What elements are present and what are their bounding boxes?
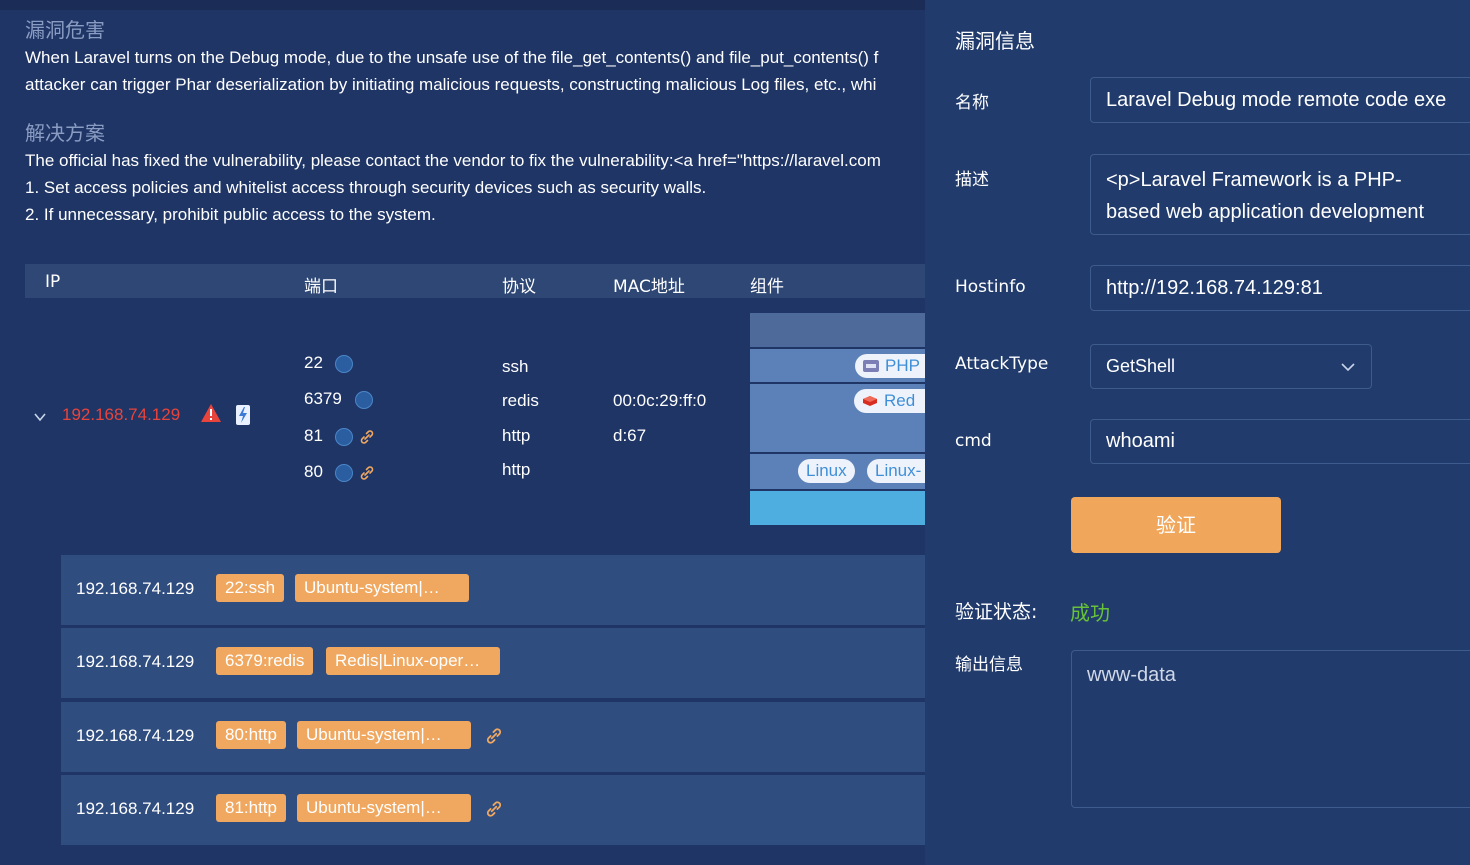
column-header-protocol: 协议 [502, 277, 536, 297]
hostinfo-label: Hostinfo [955, 277, 1026, 297]
name-field[interactable]: Laravel Debug mode remote code exe [1090, 77, 1470, 123]
protocol-value: ssh [502, 357, 529, 376]
cmd-input[interactable]: whoami [1090, 419, 1470, 464]
row-ip: 192.168.74.129 [76, 799, 195, 818]
table-row[interactable]: 192.168.74.129 81:http Ubuntu-system|… [61, 775, 925, 845]
table-row[interactable]: 192.168.74.129 22:ssh Ubuntu-system|… [61, 555, 925, 625]
output-label: 输出信息 [955, 655, 1023, 675]
component-tag-linux[interactable]: Linux [798, 459, 855, 483]
component-tag-php[interactable]: PHP [855, 354, 925, 378]
port-value: 80 [304, 462, 323, 481]
drawer-title: 漏洞信息 [955, 29, 1035, 53]
link-icon[interactable] [359, 429, 375, 445]
scan-icon[interactable] [355, 391, 373, 409]
row-ip: 192.168.74.129 [76, 579, 195, 598]
php-icon [863, 360, 879, 372]
cmd-label: cmd [955, 431, 992, 451]
component-tag[interactable]: Ubuntu-system|… [297, 794, 471, 822]
table-row[interactable]: 192.168.74.129 6379:redis Redis|Linux-op… [61, 628, 925, 698]
port-value: 22 [304, 353, 323, 372]
row-ip: 192.168.74.129 [76, 726, 195, 745]
column-header-component: 组件 [750, 277, 784, 297]
solution-text-line1: The official has fixed the vulnerability… [25, 151, 881, 170]
port-tag[interactable]: 6379:redis [216, 647, 314, 675]
solution-text-line2: 1. Set access policies and whitelist acc… [25, 178, 707, 197]
column-header-port: 端口 [304, 277, 338, 297]
vuln-info-drawer: 漏洞信息 名称 Laravel Debug mode remote code e… [925, 0, 1470, 865]
hostinfo-field[interactable]: http://192.168.74.129:81 [1090, 265, 1470, 311]
status-label: 验证状态: [955, 601, 1038, 623]
component-cell: PHP [750, 349, 925, 382]
description-label: 描述 [955, 170, 989, 190]
attacktype-select[interactable]: GetShell [1090, 344, 1372, 389]
component-cell [750, 313, 925, 347]
solution-title: 解决方案 [25, 121, 105, 145]
description-line2: based web application development [1106, 201, 1424, 223]
scan-icon[interactable] [335, 428, 353, 446]
output-textarea[interactable]: www-data [1071, 650, 1470, 808]
table-row[interactable]: 192.168.74.129 80:http Ubuntu-system|… [61, 702, 925, 772]
protocol-value: redis [502, 391, 539, 410]
link-icon[interactable] [359, 465, 375, 481]
component-cell: Red [750, 384, 925, 452]
component-tag-label: PHP [885, 356, 920, 375]
warning-icon [201, 404, 221, 422]
port-tag[interactable]: 81:http [216, 794, 286, 822]
main-panel: 漏洞危害 When Laravel turns on the Debug mod… [0, 0, 925, 865]
chevron-down-icon[interactable] [33, 410, 47, 424]
verify-button[interactable]: 验证 [1071, 497, 1281, 553]
attacktype-value: GetShell [1106, 356, 1176, 376]
table-header: IP 端口 协议 MAC地址 组件 [25, 264, 925, 298]
redis-icon [863, 396, 877, 406]
component-cell: Linux Linux- [750, 454, 925, 489]
component-tag[interactable]: Redis|Linux-oper… [326, 647, 500, 675]
scan-icon[interactable] [335, 355, 353, 373]
link-icon[interactable] [485, 800, 503, 818]
port-value: 81 [304, 426, 323, 445]
port-value: 6379 [304, 389, 342, 408]
component-tag-linux-os[interactable]: Linux- [867, 459, 925, 483]
top-bar [0, 0, 925, 10]
description-field[interactable]: <p>Laravel Framework is a PHP- based web… [1090, 154, 1470, 235]
column-header-mac: MAC地址 [613, 277, 685, 297]
link-icon[interactable] [485, 727, 503, 745]
description-line1: <p>Laravel Framework is a PHP- [1106, 169, 1402, 191]
attacktype-label: AttackType [955, 354, 1049, 374]
mac-address-line1: 00:0c:29:ff:0 [613, 391, 707, 410]
chevron-down-icon [1341, 363, 1355, 372]
component-tag-label: Red [884, 391, 916, 410]
status-value: 成功 [1070, 601, 1110, 625]
solution-text-line3: 2. If unnecessary, prohibit public acces… [25, 205, 436, 224]
hazard-title: 漏洞危害 [25, 18, 105, 42]
protocol-value: http [502, 426, 531, 445]
host-ip[interactable]: 192.168.74.129 [62, 405, 180, 425]
component-tag-redis[interactable]: Red [854, 389, 925, 413]
protocol-value: http [502, 460, 531, 479]
component-tag[interactable]: Ubuntu-system|… [297, 721, 471, 749]
mac-address-line2: d:67 [613, 426, 647, 445]
row-ip: 192.168.74.129 [76, 652, 195, 671]
port-tag[interactable]: 22:ssh [216, 574, 285, 602]
column-header-ip: IP [45, 272, 61, 292]
hazard-text-line2: attacker can trigger Phar deserializatio… [25, 75, 877, 94]
component-cell [750, 491, 925, 525]
component-tag[interactable]: Ubuntu-system|… [295, 574, 469, 602]
scan-icon[interactable] [335, 464, 353, 482]
name-label: 名称 [955, 93, 989, 113]
port-tag[interactable]: 80:http [216, 721, 286, 749]
hazard-text-line1: When Laravel turns on the Debug mode, du… [25, 48, 879, 67]
lightning-icon[interactable] [236, 405, 250, 425]
